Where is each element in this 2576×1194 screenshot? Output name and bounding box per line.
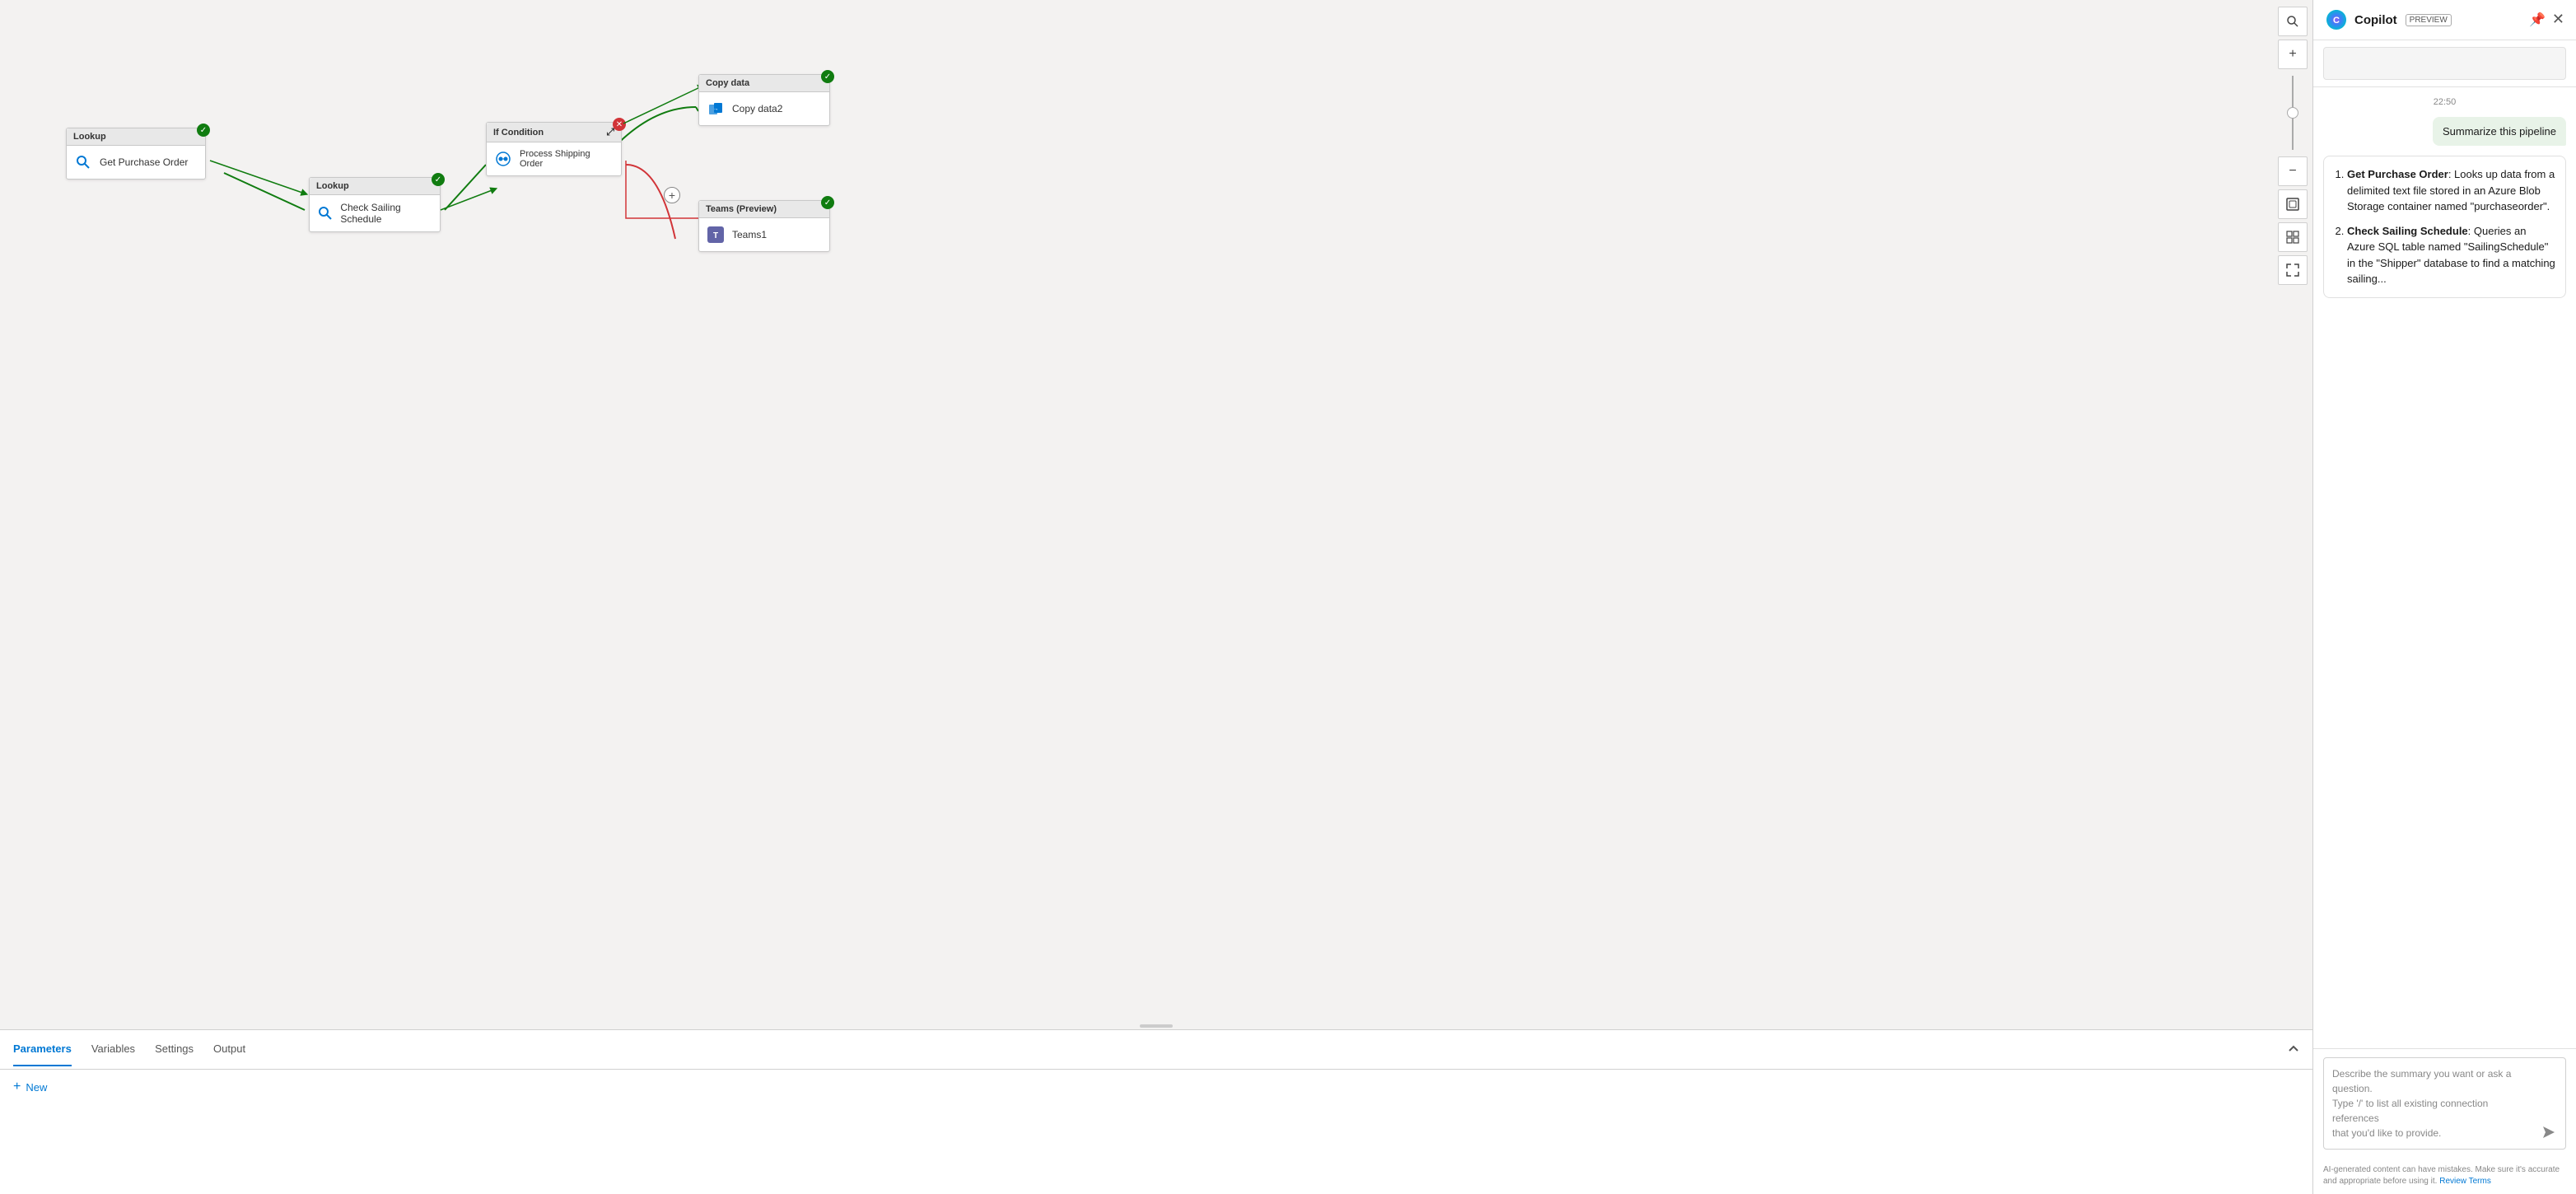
node-lookup2-label: Check Sailing Schedule	[340, 202, 433, 225]
copydata-icon: →	[706, 99, 726, 119]
node-lookup2-header: Lookup	[310, 178, 440, 195]
tab-parameters[interactable]: Parameters	[13, 1033, 72, 1066]
copilot-panel: C Copilot PREVIEW 📌 ✕ 22:50 Summarize th…	[2312, 0, 2576, 1194]
close-copilot-btn[interactable]: ✕	[2552, 12, 2564, 28]
lookup1-icon	[73, 152, 93, 172]
node-teams-header: Teams (Preview)	[699, 201, 829, 218]
node-copydata-label: Copy data2	[732, 103, 782, 114]
copilot-top-input	[2313, 40, 2576, 87]
bottom-content: + New	[0, 1070, 2312, 1104]
send-btn[interactable]	[2539, 1122, 2559, 1142]
copilot-footer: AI-generated content can have mistakes. …	[2313, 1158, 2576, 1194]
node-ifcondition-header: If Condition ⤢	[487, 123, 621, 142]
node-copydata-check: ✓	[821, 70, 834, 83]
node-ifcondition[interactable]: If Condition ⤢ Process Shipping	[486, 122, 622, 176]
collapse-panel-btn[interactable]	[2288, 1042, 2299, 1056]
tab-output[interactable]: Output	[213, 1033, 245, 1066]
zoom-in-btn[interactable]: +	[2278, 40, 2308, 69]
review-terms-link[interactable]: Review Terms	[2439, 1177, 2491, 1186]
node-copydata[interactable]: Copy data → Copy data2 ✓	[698, 74, 830, 126]
process-label1: Process Shipping	[520, 149, 590, 159]
tab-settings[interactable]: Settings	[155, 1033, 194, 1066]
bot-item2-title: Check Sailing Schedule	[2347, 225, 2468, 237]
bot-item1-title: Get Purchase Order	[2347, 168, 2448, 180]
copilot-input-area: Describe the summary you want or ask a q…	[2313, 1048, 2576, 1158]
node-teams-check: ✓	[821, 196, 834, 209]
zoom-out-btn[interactable]: −	[2278, 156, 2308, 186]
teams-icon: T	[706, 225, 726, 245]
bottom-tabs: Parameters Variables Settings Output	[0, 1030, 2312, 1070]
copilot-preview-badge: PREVIEW	[2406, 14, 2452, 26]
copilot-logo-icon: C	[2325, 8, 2348, 31]
svg-text:C: C	[2333, 16, 2340, 26]
copilot-header-actions: 📌 ✕	[2529, 12, 2564, 28]
copilot-header: C Copilot PREVIEW 📌 ✕	[2313, 0, 2576, 40]
msg-timestamp: 22:50	[2323, 97, 2566, 107]
new-button[interactable]: + New	[13, 1080, 2299, 1094]
copilot-input-placeholder: Describe the summary you want or ask a q…	[2332, 1066, 2536, 1140]
arrow1	[206, 144, 313, 210]
bottom-panel: Parameters Variables Settings Output + N…	[0, 1029, 2312, 1194]
arrow-true	[619, 78, 710, 128]
ifcondition-icon	[493, 149, 513, 169]
node-lookup1-header: Lookup	[67, 128, 205, 146]
lookup2-icon	[316, 203, 334, 223]
copilot-input-box[interactable]: Describe the summary you want or ask a q…	[2323, 1057, 2566, 1150]
msg-bot: Get Purchase Order: Looks up data from a…	[2323, 156, 2566, 298]
search-toolbar-btn[interactable]	[2278, 7, 2308, 36]
node-lookup1-label: Get Purchase Order	[100, 156, 188, 168]
plus-icon: +	[13, 1080, 21, 1094]
node-lookup2[interactable]: Lookup Check Sailing Schedule ✓	[309, 177, 441, 232]
canvas-toolbar: + −	[2273, 0, 2312, 1029]
svg-text:→: →	[713, 106, 719, 112]
fit-btn[interactable]	[2278, 189, 2308, 219]
tab-variables[interactable]: Variables	[91, 1033, 135, 1066]
pipeline-canvas: Lookup Get Purchase Order ✓	[0, 0, 2273, 1029]
top-input-box[interactable]	[2323, 47, 2566, 80]
copilot-messages: 22:50 Summarize this pipeline Get Purcha…	[2313, 87, 2576, 1048]
add-node-btn[interactable]: +	[664, 187, 680, 203]
arrow2	[436, 173, 502, 222]
process-label2: Order	[520, 159, 590, 169]
copilot-title: Copilot	[2354, 13, 2397, 27]
node-teams[interactable]: Teams (Preview) T Teams1 ✓	[698, 200, 830, 252]
msg-user: Summarize this pipeline	[2433, 117, 2566, 146]
node-lookup1[interactable]: Lookup Get Purchase Order ✓	[66, 128, 206, 180]
grid-btn[interactable]	[2278, 222, 2308, 252]
svg-text:T: T	[713, 231, 718, 240]
pin-icon[interactable]: 📌	[2529, 12, 2546, 28]
node-copydata-header: Copy data	[699, 75, 829, 92]
node-teams-label: Teams1	[732, 229, 767, 240]
node-lookup1-check: ✓	[197, 124, 210, 137]
expand-canvas-btn[interactable]	[2278, 255, 2308, 285]
